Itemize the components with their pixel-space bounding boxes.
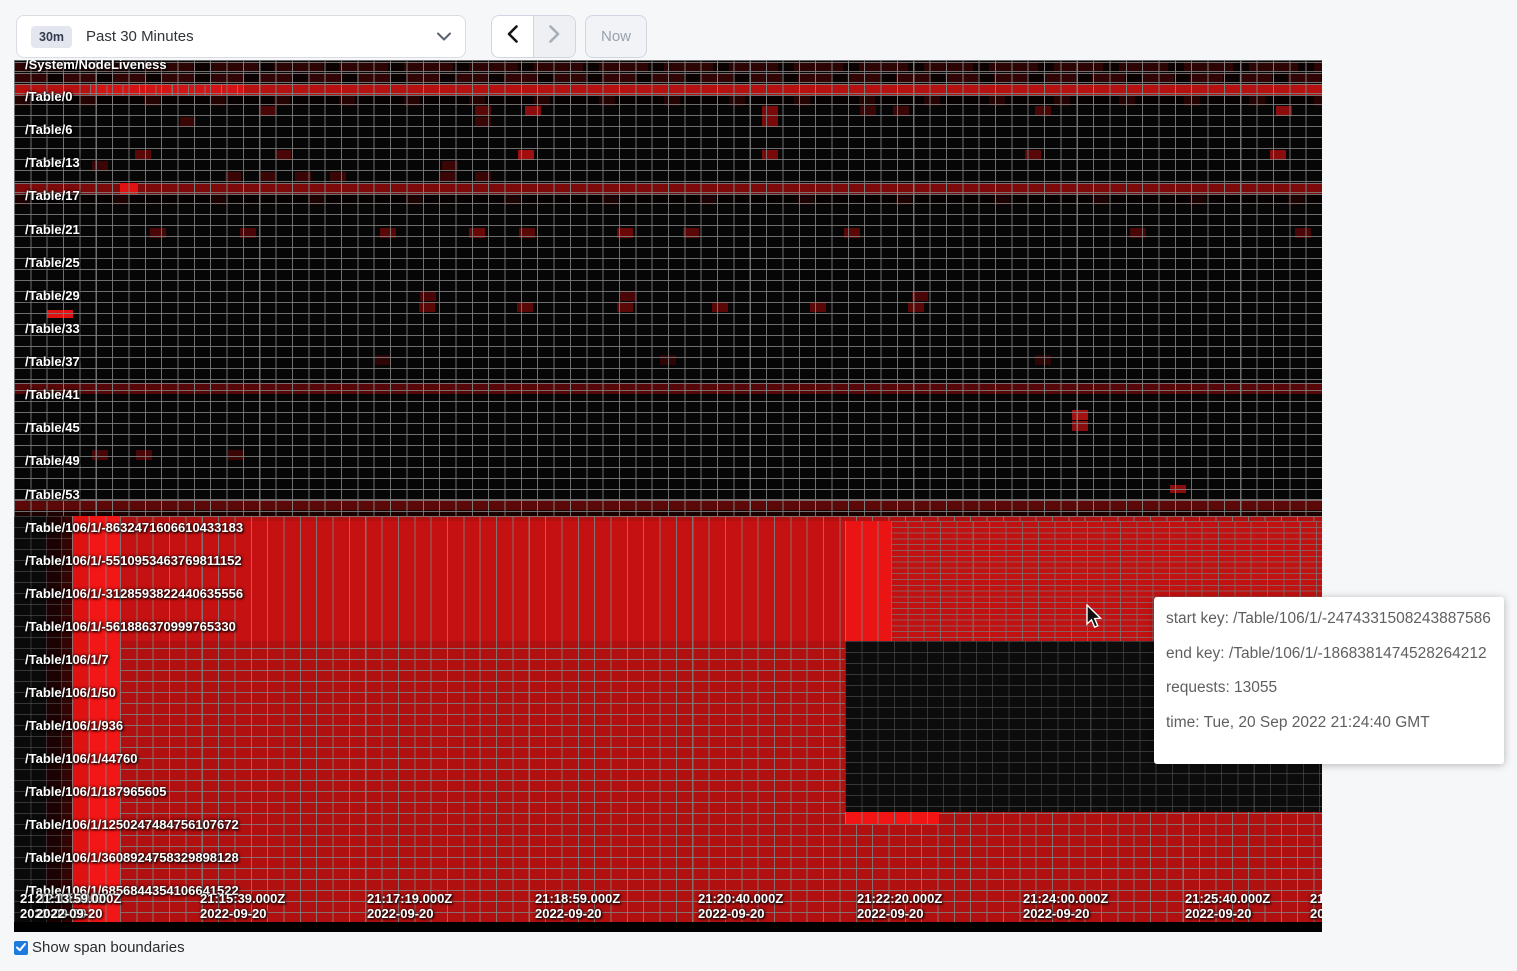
heat-region bbox=[89, 516, 120, 932]
show-span-boundaries-checkbox[interactable] bbox=[14, 941, 28, 955]
prev-time-button[interactable] bbox=[492, 16, 533, 57]
tooltip-requests: requests: 13055 bbox=[1166, 679, 1492, 697]
tooltip-time: time: Tue, 20 Sep 2022 21:24:40 GMT bbox=[1166, 714, 1492, 732]
next-time-button[interactable] bbox=[533, 16, 575, 57]
tooltip-start-key: start key: /Table/106/1/-247433150824388… bbox=[1166, 610, 1492, 628]
heat-region bbox=[120, 521, 845, 641]
chevron-left-icon bbox=[507, 25, 518, 48]
show-span-boundaries-label: Show span boundaries bbox=[32, 939, 185, 956]
now-button[interactable]: Now bbox=[585, 15, 647, 58]
time-range-label: Past 30 Minutes bbox=[86, 28, 194, 45]
heat-region bbox=[845, 521, 891, 641]
heat-region bbox=[46, 516, 61, 932]
footer: Show span boundaries bbox=[14, 939, 185, 956]
heatmap-tooltip: start key: /Table/106/1/-247433150824388… bbox=[1154, 597, 1504, 764]
heat-region bbox=[61, 516, 72, 932]
tooltip-end-key: end key: /Table/106/1/-18683814745282642… bbox=[1166, 645, 1492, 663]
time-range-select[interactable]: 30m Past 30 Minutes bbox=[16, 15, 466, 58]
heat-region bbox=[14, 922, 1322, 932]
chevron-down-icon bbox=[437, 28, 451, 46]
heat-region bbox=[14, 516, 46, 932]
time-nav-group bbox=[491, 15, 576, 58]
heat-region bbox=[72, 516, 89, 932]
time-range-badge: 30m bbox=[31, 26, 72, 48]
heatmap-canvas[interactable]: /System/NodeLiveness/Table/0/Table/6/Tab… bbox=[14, 60, 1322, 932]
grid-overlay bbox=[14, 60, 1322, 516]
chevron-right-icon bbox=[549, 25, 560, 48]
heat-region bbox=[845, 812, 939, 824]
toolbar: 30m Past 30 Minutes Now bbox=[0, 0, 1517, 60]
